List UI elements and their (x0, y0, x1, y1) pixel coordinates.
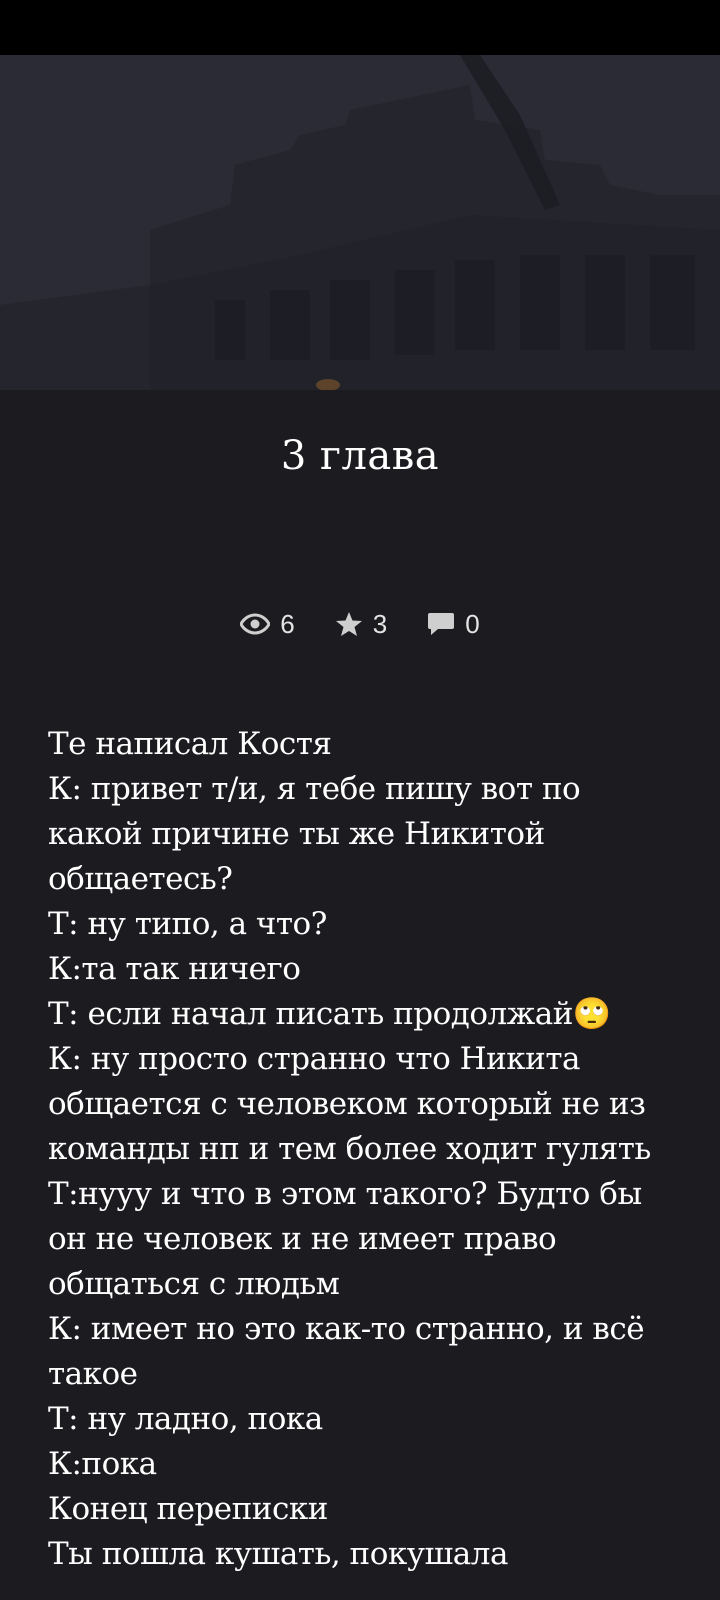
story-line: К: привет т/и, я тебе пишу вот по какой … (48, 771, 581, 897)
story-line: К:пока (48, 1446, 157, 1482)
story-line: К: имеет но это как-то странно, и всё та… (48, 1311, 645, 1392)
comments-stat: 0 (427, 608, 480, 640)
story-line: Ты пошла кушать, покушала (48, 1536, 508, 1572)
stars-stat: 3 (335, 609, 387, 640)
story-line: Конец переписки (48, 1491, 328, 1527)
chapter-text: Те написал Костя К: привет т/и, я тебе п… (48, 722, 678, 1577)
story-line: Т: ну типо, а что? (48, 906, 327, 942)
story-line: Те написал Костя (48, 726, 332, 762)
story-line: К:та так ничего (48, 951, 301, 987)
story-line: К: ну просто странно что Никита общается… (48, 1041, 651, 1167)
reader-page: 3 глава 6 3 0 Те написал Костя К: привет… (0, 0, 720, 1600)
cover-photo-building (0, 55, 720, 390)
cover-image (0, 55, 720, 390)
stars-count: 3 (372, 608, 388, 639)
star-icon (335, 611, 363, 637)
chapter-title: 3 глава (280, 433, 440, 479)
status-bar (0, 0, 720, 55)
chapter-stats: 6 3 0 (0, 600, 720, 648)
story-line: Т:нууу и что в этом такого? Будто бы он … (48, 1176, 642, 1302)
eye-icon (240, 613, 271, 635)
comments-count: 0 (465, 608, 480, 639)
story-line: Т: ну ладно, пока (48, 1401, 323, 1437)
views-stat: 6 (240, 608, 295, 640)
story-line: Т: если начал писать продолжай🙄 (48, 996, 611, 1032)
comment-icon (427, 611, 455, 637)
views-count: 6 (280, 608, 295, 639)
